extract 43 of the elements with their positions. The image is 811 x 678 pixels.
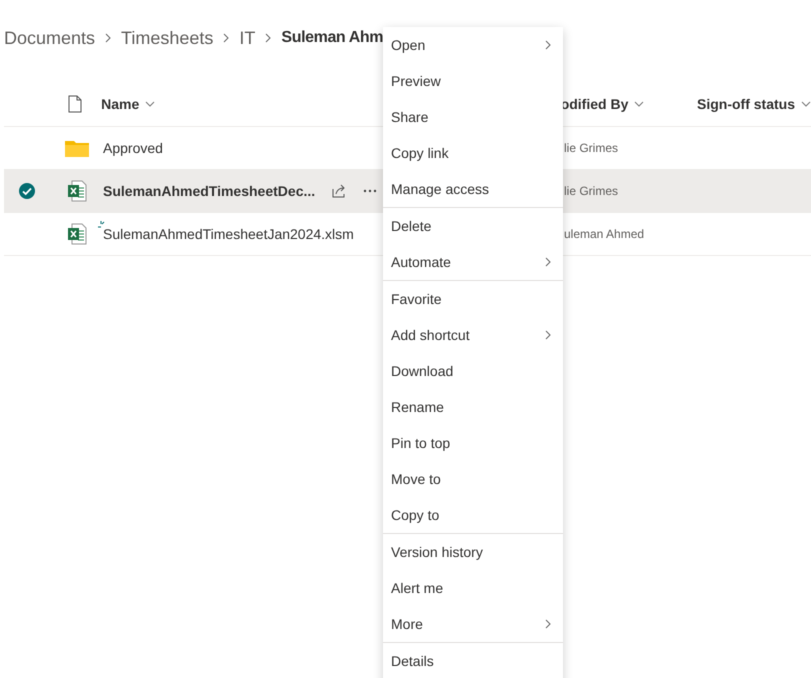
menu-item[interactable]: Move to	[383, 461, 563, 497]
menu-item[interactable]: Manage access	[383, 171, 563, 207]
file-name[interactable]: SulemanAhmedTimesheetDec...	[103, 183, 316, 199]
folder-icon	[64, 139, 88, 157]
table-cell: uleman Ahmed	[564, 227, 644, 241]
menu-item[interactable]: Share	[383, 99, 563, 135]
chevron-right-icon	[263, 32, 274, 44]
file-icon	[68, 95, 82, 113]
menu-item[interactable]: Open	[383, 27, 563, 63]
menu-item[interactable]: Preview	[383, 63, 563, 99]
menu-item[interactable]: Details	[383, 643, 563, 678]
menu-item[interactable]: Alert me	[383, 570, 563, 606]
table-cell: lie Grimes	[564, 184, 618, 198]
column-header[interactable]: Name	[101, 96, 140, 112]
chevron-right-icon	[221, 32, 232, 44]
chevron-down-icon	[634, 99, 644, 109]
menu-item[interactable]: Copy to	[383, 497, 563, 533]
breadcrumb-link[interactable]: Suleman Ahm	[281, 29, 384, 47]
menu-item[interactable]: More	[383, 606, 563, 642]
breadcrumb-link[interactable]: Timesheets	[121, 28, 214, 48]
menu-item[interactable]: Add shortcut	[383, 317, 563, 353]
menu-item[interactable]: Download	[383, 353, 563, 389]
spreadsheet-icon	[66, 180, 86, 202]
menu-item[interactable]: Version history	[383, 534, 563, 570]
breadcrumb-link[interactable]: Documents	[4, 28, 96, 48]
menu-item[interactable]: Copy link	[383, 135, 563, 171]
column-header[interactable]: Sign-off status	[697, 96, 795, 112]
column-header[interactable]: odified By	[560, 96, 628, 112]
chevron-down-icon	[801, 99, 811, 109]
menu-item[interactable]: Pin to top	[383, 425, 563, 461]
file-name[interactable]: SulemanAhmedTimesheetJan2024.xlsm	[103, 226, 354, 242]
spreadsheet-icon	[66, 223, 86, 245]
chevron-right-icon	[103, 32, 114, 44]
menu-item[interactable]: Rename	[383, 389, 563, 425]
share-icon	[331, 183, 348, 199]
menu-item[interactable]: Favorite	[383, 281, 563, 317]
menu-item[interactable]: Automate	[383, 244, 563, 280]
breadcrumb-link[interactable]: IT	[239, 28, 256, 48]
file-name[interactable]: Approved	[103, 140, 163, 156]
more-icon	[363, 189, 378, 193]
chevron-down-icon	[145, 99, 156, 109]
checkmark-circle-icon	[18, 182, 36, 200]
table-cell: lie Grimes	[564, 141, 618, 155]
